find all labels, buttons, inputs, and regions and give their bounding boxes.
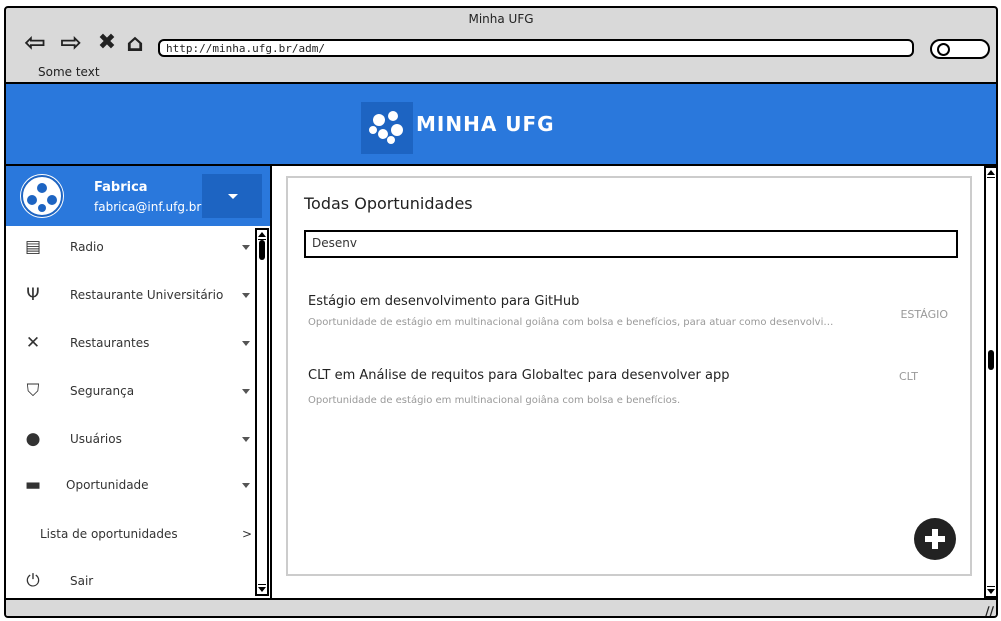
main-scrollbar[interactable]	[984, 166, 996, 598]
back-icon[interactable]: ⇦	[20, 28, 50, 58]
chevron-down-icon	[242, 483, 250, 488]
utensils-icon: ✕	[25, 333, 41, 353]
chevron-down-icon	[242, 245, 250, 250]
close-icon[interactable]: ✖	[92, 28, 122, 58]
window-title: Minha UFG	[468, 12, 534, 26]
scroll-thumb[interactable]	[259, 240, 265, 260]
app-header: MINHA UFG	[6, 82, 996, 166]
forward-icon[interactable]: ⇨	[56, 28, 86, 58]
sidebar-item-label: Segurança	[70, 384, 135, 398]
scroll-thumb[interactable]	[988, 350, 994, 370]
scroll-down-icon[interactable]	[987, 586, 995, 595]
profile-email: fabrica@inf.ufg.br	[94, 200, 202, 214]
sidebar-item-label: Usuários	[70, 432, 122, 446]
status-text: Some text	[38, 65, 100, 79]
fork-knife-icon: Ψ	[26, 285, 40, 305]
list-item[interactable]: Estágio em desenvolvimento para GitHub O…	[308, 294, 948, 328]
item-title: Estágio em desenvolvimento para GitHub	[308, 294, 580, 309]
search-icon	[937, 43, 950, 56]
sidebar-item-seguranca[interactable]: ⛉ Segurança	[6, 372, 254, 412]
chevron-down-icon	[242, 341, 250, 346]
scroll-up-icon[interactable]	[987, 169, 995, 178]
avatar	[20, 174, 64, 218]
item-description: Oportunidade de estágio em multinacional…	[308, 317, 834, 328]
item-title: CLT em Análise de requitos para Globalte…	[308, 368, 730, 383]
radio-icon: ▤	[24, 237, 42, 257]
sidebar-item-label: Oportunidade	[66, 478, 149, 492]
sidebar-item-radio[interactable]: ▤ Radio	[6, 228, 254, 268]
profile-card: Fabrica fabrica@inf.ufg.br	[6, 166, 270, 226]
sidebar-item-oportunidade[interactable]: ▬ Oportunidade	[6, 466, 254, 506]
sidebar-item-label: Sair	[70, 574, 94, 588]
add-opportunity-button[interactable]	[914, 518, 956, 560]
sidebar-item-sair[interactable]: ⏻ Sair	[6, 562, 254, 602]
item-tag: CLT	[898, 370, 918, 383]
sidebar-scrollbar[interactable]	[255, 228, 269, 596]
opportunities-card: Todas Oportunidades Desenv Estágio em de…	[286, 176, 972, 576]
page-title: Todas Oportunidades	[304, 194, 473, 213]
briefcase-icon: ▬	[24, 475, 42, 495]
chevron-right-icon: >	[242, 527, 253, 541]
app-brand: MINHA UFG	[416, 112, 555, 136]
browser-window: Minha UFG ⇦ ⇨ ✖ ⌂ http://minha.ufg.br/ad…	[4, 6, 998, 618]
item-description: Oportunidade de estágio em multinacional…	[308, 395, 681, 406]
power-icon: ⏻	[26, 571, 40, 591]
home-icon[interactable]: ⌂	[120, 28, 150, 58]
sidebar: Fabrica fabrica@inf.ufg.br ▤ Radio Ψ Res…	[6, 166, 272, 598]
app-logo	[361, 102, 413, 154]
scroll-up-icon[interactable]	[258, 231, 266, 240]
search-input[interactable]: Desenv	[304, 230, 958, 258]
resize-grip-icon[interactable]: ∕∕	[985, 604, 994, 616]
hexagon-logo-icon	[369, 111, 403, 144]
profile-dropdown-button[interactable]	[202, 174, 262, 218]
main-content: Todas Oportunidades Desenv Estágio em de…	[272, 166, 996, 598]
sidebar-item-label: Radio	[70, 240, 104, 254]
chevron-down-icon	[242, 293, 250, 298]
sidebar-item-restaurantes[interactable]: ✕ Restaurantes	[6, 324, 254, 364]
profile-name: Fabrica	[94, 180, 148, 195]
browser-search-button[interactable]	[930, 39, 990, 59]
address-bar[interactable]: http://minha.ufg.br/adm/	[158, 39, 914, 57]
shield-icon: ⛉	[26, 381, 40, 401]
item-tag: ESTÁGIO	[900, 308, 948, 321]
sidebar-item-label: Restaurantes	[70, 336, 150, 350]
sidebar-item-restaurante-universitario[interactable]: Ψ Restaurante Universitário	[6, 276, 254, 316]
user-icon: ●	[25, 429, 41, 449]
sidebar-menu: ▤ Radio Ψ Restaurante Universitário ✕ Re…	[6, 228, 254, 594]
sidebar-item-label: Restaurante Universitário	[70, 288, 224, 302]
chevron-down-icon	[242, 437, 250, 442]
chevron-down-icon	[242, 389, 250, 394]
list-item[interactable]: CLT em Análise de requitos para Globalte…	[308, 368, 948, 406]
submenu-lista-oportunidades[interactable]: Lista de oportunidades	[40, 527, 178, 541]
scroll-down-icon[interactable]	[258, 584, 266, 593]
status-bar: ∕∕	[6, 598, 996, 616]
sidebar-item-usuarios[interactable]: ● Usuários	[6, 420, 254, 460]
